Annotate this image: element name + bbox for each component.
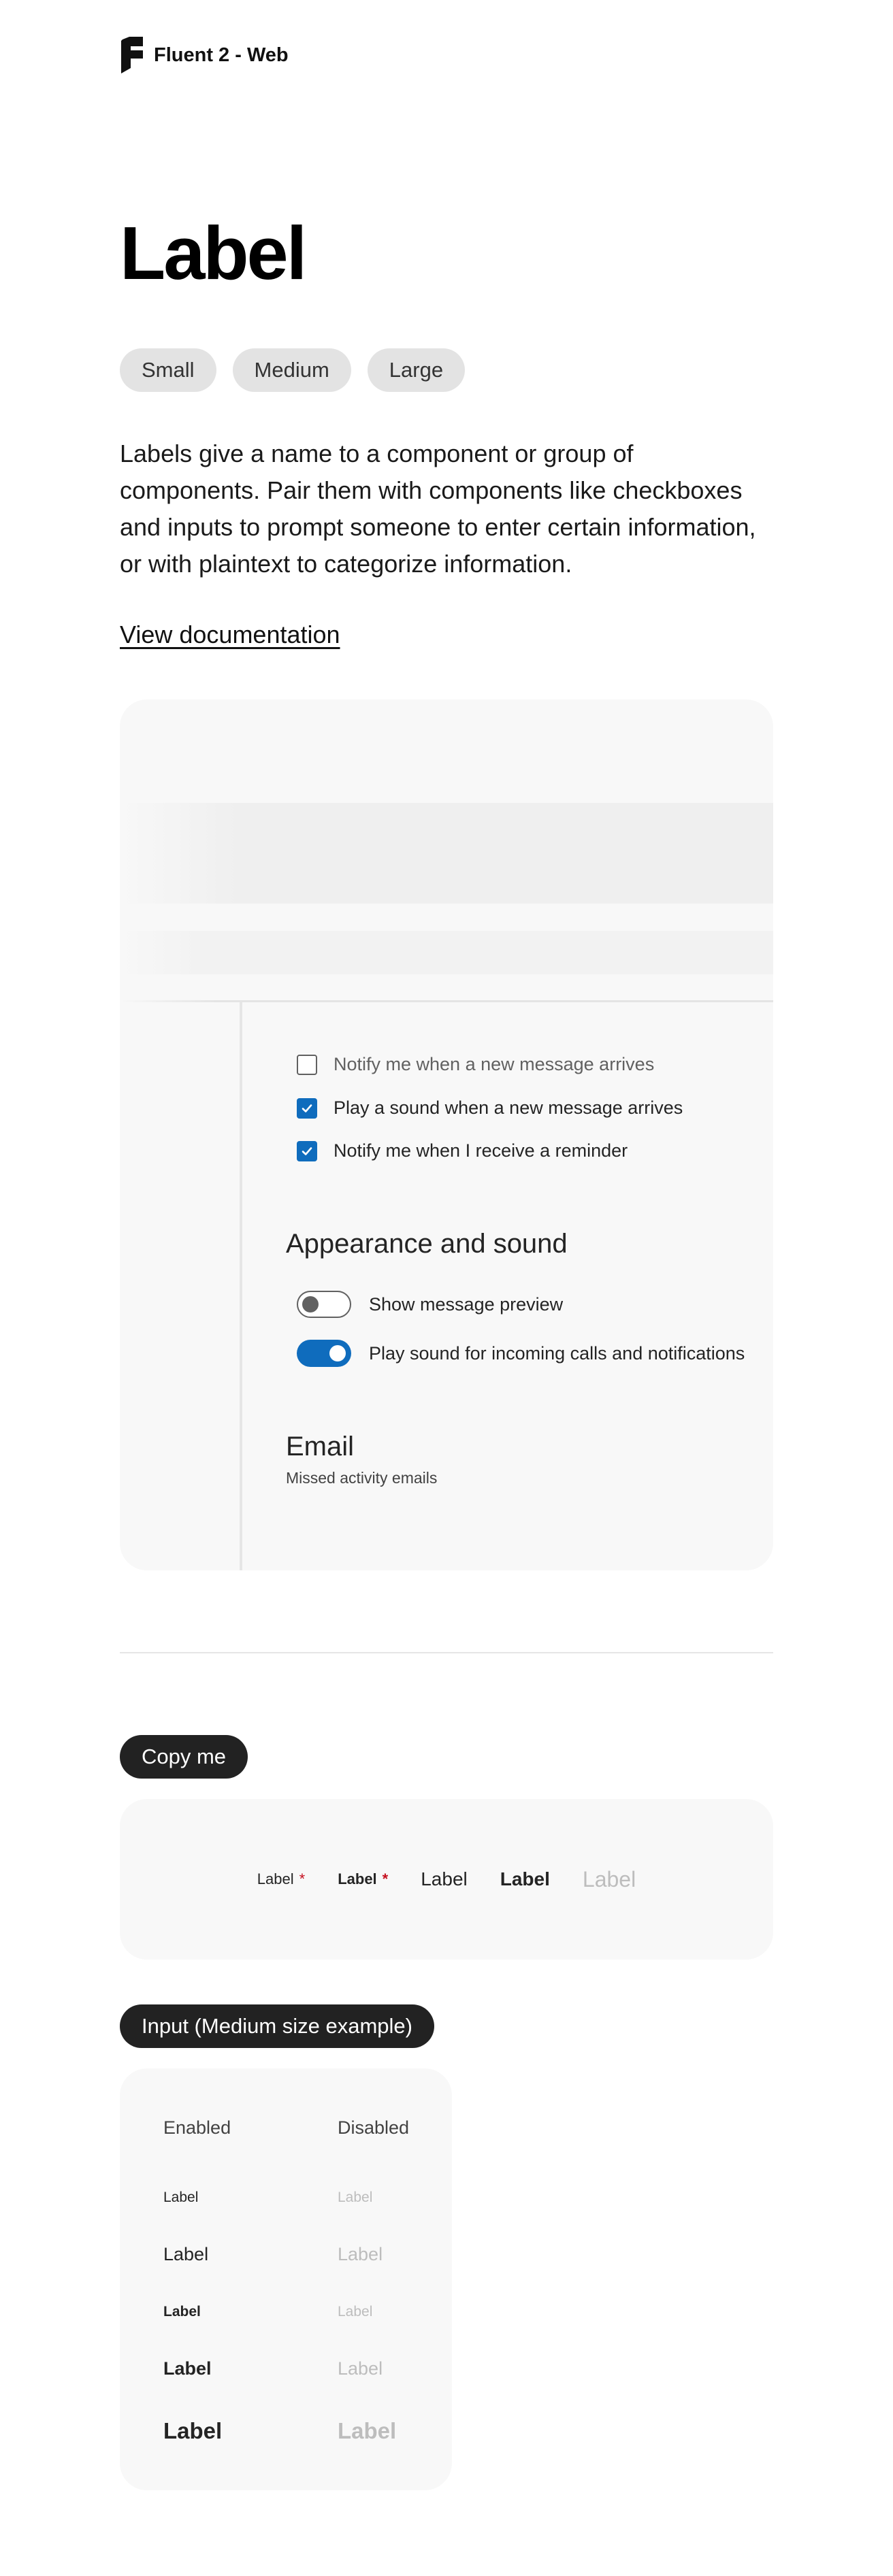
disabled-column-header: Disabled [338, 2117, 410, 2138]
page-description: Labels give a name to a component or gro… [120, 440, 756, 578]
pill-medium[interactable]: Medium [232, 348, 351, 392]
fluent-logo-icon [120, 35, 144, 75]
toggle-switch-off[interactable] [297, 1291, 351, 1318]
label-medium: Label [421, 1868, 468, 1889]
checkbox-row[interactable]: Notify me when I receive a reminder [297, 1140, 628, 1161]
toggle-row[interactable]: Show message preview [297, 1291, 563, 1318]
enabled-column-header: Enabled [163, 2117, 231, 2138]
checkbox-unchecked-icon[interactable] [297, 1054, 317, 1075]
pill-large[interactable]: Large [367, 348, 466, 392]
divider [120, 1000, 773, 1002]
checkbox-checked-icon[interactable] [297, 1097, 317, 1119]
brand-name: Fluent 2 - Web [154, 44, 289, 66]
label-disabled-small: Label [338, 2190, 373, 2205]
email-heading: Email [286, 1432, 355, 1462]
label-disabled-large: Label [338, 2418, 397, 2443]
label-enabled-small-strong: Label [163, 2304, 201, 2319]
appearance-heading: Appearance and sound [286, 1229, 568, 1259]
label-enabled-medium-strong: Label [163, 2358, 212, 2379]
page-title: Label [120, 212, 307, 295]
divider [240, 1002, 242, 1570]
email-subtitle: Missed activity emails [286, 1469, 438, 1487]
label-medium-strong: Label [500, 1868, 550, 1889]
label-disabled: Label [582, 1866, 636, 1892]
pill-small[interactable]: Small [120, 348, 216, 392]
input-label-card: Enabled Disabled Label Label Label Label… [120, 2068, 452, 2490]
label-variants-card: Label * Label * Label Label Label [120, 1799, 773, 1960]
label-enabled-small: Label [163, 2190, 199, 2205]
label-small-strong-required: Label * [338, 1870, 389, 1887]
label-small-required: Label * [257, 1870, 306, 1887]
checkbox-label: Play a sound when a new message arrives [334, 1097, 683, 1118]
checkbox-label: Notify me when I receive a reminder [334, 1140, 628, 1161]
brand[interactable]: Fluent 2 - Web [120, 35, 289, 75]
placeholder-band [120, 931, 773, 974]
label-disabled-small-strong: Label [338, 2304, 373, 2319]
input-example-tag[interactable]: Input (Medium size example) [120, 2004, 434, 2048]
toggle-label: Show message preview [369, 1293, 564, 1315]
label-disabled-medium-strong: Label [338, 2358, 383, 2379]
checkbox-row[interactable]: Play a sound when a new message arrives [297, 1097, 683, 1119]
label-enabled-large: Label [163, 2418, 223, 2443]
checkbox-label: Notify me when a new message arrives [334, 1054, 655, 1074]
size-pills: Small Medium Large [120, 348, 466, 392]
hero-preview-card: Notify me when a new message arrives Pla… [120, 699, 773, 1570]
copy-me-tag[interactable]: Copy me [120, 1735, 248, 1779]
toggle-label: Play sound for incoming calls and notifi… [369, 1342, 745, 1364]
toggle-switch-on[interactable] [297, 1340, 351, 1367]
placeholder-band [120, 803, 773, 904]
view-documentation-link[interactable]: View documentation [120, 621, 340, 649]
section-divider [120, 1652, 773, 1653]
label-enabled-medium: Label [163, 2244, 209, 2264]
checkbox-row[interactable]: Notify me when a new message arrives [297, 1054, 654, 1075]
toggle-row[interactable]: Play sound for incoming calls and notifi… [297, 1340, 745, 1367]
checkbox-checked-icon[interactable] [297, 1140, 317, 1161]
label-disabled-medium: Label [338, 2244, 383, 2264]
